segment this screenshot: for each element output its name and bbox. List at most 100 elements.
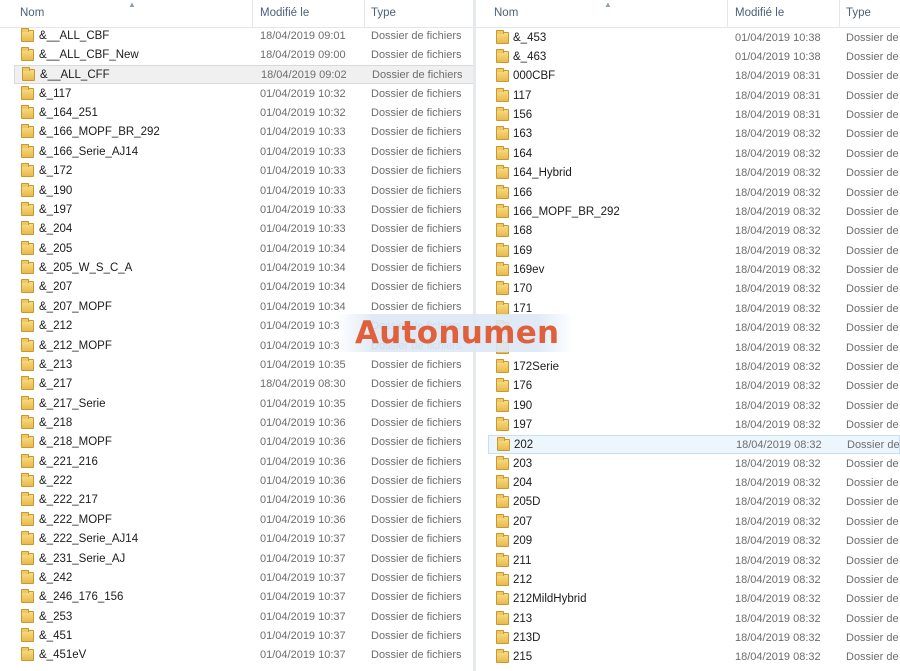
file-name: 163 bbox=[513, 128, 533, 141]
list-item[interactable]: &_463 01/04/2019 10:38 Dossier de bbox=[488, 48, 900, 67]
list-item[interactable]: &_453 01/04/2019 10:38 Dossier de bbox=[488, 29, 900, 48]
list-item[interactable]: &_218_MOPF 01/04/2019 10:36 Dossier de fic… bbox=[14, 433, 474, 452]
column-resize-handle[interactable] bbox=[727, 0, 728, 27]
list-item[interactable]: 213D 18/04/2019 08:32 Dossier de bbox=[488, 629, 900, 648]
list-item[interactable]: &_205 01/04/2019 10:34 Dossier de fichiers bbox=[14, 240, 474, 259]
list-item[interactable]: &_217_Serie 01/04/2019 10:35 Dossier de fi… bbox=[14, 395, 474, 414]
list-item[interactable]: &_204 01/04/2019 10:33 Dossier de fichiers bbox=[14, 220, 474, 239]
list-item[interactable]: &_246_176_156 01/04/2019 10:37 Dossier de … bbox=[14, 588, 474, 607]
list-item[interactable]: 166_MOPF_BR_292 18/04/2019 08:32 Dossier d… bbox=[488, 203, 900, 222]
list-item[interactable]: 169 18/04/2019 08:32 Dossier de bbox=[488, 242, 900, 261]
column-header-type[interactable]: Type bbox=[846, 0, 871, 27]
list-item[interactable]: 166 18/04/2019 08:32 Dossier de bbox=[488, 184, 900, 203]
list-item[interactable]: &_222_MOPF 01/04/2019 10:36 Dossier de fic… bbox=[14, 511, 474, 530]
list-item[interactable]: &_242 01/04/2019 10:37 Dossier de fichiers bbox=[14, 569, 474, 588]
list-item[interactable]: &_197 01/04/2019 10:33 Dossier de fichiers bbox=[14, 201, 474, 220]
file-type: Dossier de fichiers bbox=[371, 649, 462, 662]
file-type: Dossier de fichiers bbox=[371, 126, 462, 139]
folder-icon bbox=[496, 107, 509, 122]
column-header-type[interactable]: Type bbox=[371, 0, 396, 27]
list-item[interactable]: 163 18/04/2019 08:32 Dossier de bbox=[488, 125, 900, 144]
list-item[interactable]: 202 18/04/2019 08:32 Dossier de bbox=[488, 435, 900, 455]
list-item[interactable]: &_222_Serie_AJ14 01/04/2019 10:37 Dossier … bbox=[14, 530, 474, 549]
list-item[interactable]: 207 18/04/2019 08:32 Dossier de bbox=[488, 513, 900, 532]
column-header-modified[interactable]: Modifié le bbox=[260, 0, 309, 27]
list-item[interactable]: &_222 01/04/2019 10:36 Dossier de fichiers bbox=[14, 472, 474, 491]
file-type: Dossier de fichiers bbox=[371, 281, 462, 294]
file-type: Dossier de fichiers bbox=[371, 417, 462, 429]
folder-icon bbox=[21, 511, 34, 526]
list-item[interactable]: 204 18/04/2019 08:32 Dossier de bbox=[488, 474, 900, 493]
list-item[interactable]: &_190 01/04/2019 10:33 Dossier de fichiers bbox=[14, 182, 474, 201]
list-item[interactable]: &_166_Serie_AJ14 01/04/2019 10:33 Dossier … bbox=[14, 143, 474, 162]
file-name: &_164_251 bbox=[39, 107, 98, 120]
column-resize-handle[interactable] bbox=[839, 0, 840, 27]
list-item[interactable]: 190 18/04/2019 08:32 Dossier de bbox=[488, 397, 900, 416]
list-item[interactable]: 156 18/04/2019 08:31 Dossier de bbox=[488, 106, 900, 125]
list-item[interactable]: &_172 01/04/2019 10:33 Dossier de fichiers bbox=[14, 162, 474, 181]
column-header-name[interactable]: Nom bbox=[20, 0, 44, 27]
list-item[interactable]: &_213 01/04/2019 10:35 Dossier de fichiers bbox=[14, 356, 474, 375]
list-item[interactable]: 215 18/04/2019 08:32 Dossier de bbox=[488, 648, 900, 667]
folder-icon bbox=[496, 513, 509, 528]
file-type: Dossier de fichiers bbox=[371, 552, 462, 565]
list-item[interactable]: 172Serie 18/04/2019 08:32 Dossier de bbox=[488, 358, 900, 377]
list-item[interactable]: &_166_MOPF_BR_292 01/04/2019 10:33 Dossier… bbox=[14, 123, 474, 142]
list-item[interactable]: &_218 01/04/2019 10:36 Dossier de fichiers bbox=[14, 414, 474, 433]
list-item[interactable]: &_117 01/04/2019 10:32 Dossier de fichiers bbox=[14, 85, 474, 104]
list-item[interactable]: 164 18/04/2019 08:32 Dossier de bbox=[488, 145, 900, 164]
file-name: 213 bbox=[513, 612, 533, 625]
watermark-text: Autonumen bbox=[355, 315, 560, 351]
column-resize-handle[interactable] bbox=[252, 0, 253, 27]
list-item[interactable]: &_221_216 01/04/2019 10:36 Dossier de fich… bbox=[14, 453, 474, 472]
list-item[interactable]: 212MildHybrid 18/04/2019 08:32 Dossier de bbox=[488, 590, 900, 609]
list-item[interactable]: 212 18/04/2019 08:32 Dossier de bbox=[488, 571, 900, 590]
file-name: &_207_MOPF bbox=[39, 300, 112, 313]
list-item[interactable]: &__ALL_CFF 18/04/2019 09:02 Dossier de fic… bbox=[14, 65, 474, 85]
list-item[interactable]: 164_Hybrid 18/04/2019 08:32 Dossier de bbox=[488, 164, 900, 183]
list-item[interactable]: &_205_W_S_C_A 01/04/2019 10:34 Dossier de … bbox=[14, 259, 474, 278]
file-modified-date: 01/04/2019 10:32 bbox=[260, 107, 346, 120]
column-header-name[interactable]: Nom bbox=[494, 0, 518, 27]
file-modified-date: 18/04/2019 08:32 bbox=[735, 632, 821, 645]
file-name: &_117 bbox=[39, 87, 72, 100]
file-modified-date: 18/04/2019 08:32 bbox=[735, 496, 821, 509]
file-type: Dossier de fichiers bbox=[371, 29, 462, 42]
list-item[interactable]: 168 18/04/2019 08:32 Dossier de bbox=[488, 222, 900, 241]
file-type: Dossier de bbox=[846, 167, 899, 180]
list-item[interactable]: 197 18/04/2019 08:32 Dossier de bbox=[488, 416, 900, 435]
list-item[interactable]: &_231_Serie_AJ 01/04/2019 10:37 Dossier de… bbox=[14, 550, 474, 569]
list-item[interactable]: 000CBF 18/04/2019 08:31 Dossier de bbox=[488, 67, 900, 86]
list-item[interactable]: 176 18/04/2019 08:32 Dossier de bbox=[488, 377, 900, 396]
list-item[interactable]: 203 18/04/2019 08:32 Dossier de bbox=[488, 455, 900, 474]
list-item[interactable]: &_451 01/04/2019 10:37 Dossier de fichiers bbox=[14, 627, 474, 646]
list-item[interactable]: 209 18/04/2019 08:32 Dossier de bbox=[488, 532, 900, 551]
file-type: Dossier de bbox=[846, 457, 899, 470]
file-type: Dossier de bbox=[846, 31, 899, 44]
file-name: 176 bbox=[513, 380, 533, 393]
list-item[interactable]: 169ev 18/04/2019 08:32 Dossier de bbox=[488, 261, 900, 280]
file-modified-date: 18/04/2019 08:32 bbox=[735, 341, 821, 354]
list-item[interactable]: 117 18/04/2019 08:31 Dossier de bbox=[488, 87, 900, 106]
list-item[interactable]: &__ALL_CBF 18/04/2019 09:01 Dossier de fic… bbox=[14, 27, 474, 46]
file-name: 213D bbox=[513, 632, 541, 645]
file-type: Dossier de bbox=[846, 477, 899, 490]
list-item[interactable]: &__ALL_CBF_New 18/04/2019 09:00 Dossier de… bbox=[14, 46, 474, 65]
column-resize-handle[interactable] bbox=[364, 0, 365, 27]
list-item[interactable]: &_222_217 01/04/2019 10:36 Dossier de fich… bbox=[14, 491, 474, 510]
list-item[interactable]: &_217 18/04/2019 08:30 Dossier de fichiers bbox=[14, 375, 474, 394]
list-item[interactable]: &_207 01/04/2019 10:34 Dossier de fichiers bbox=[14, 278, 474, 297]
list-item[interactable]: 211 18/04/2019 08:32 Dossier de bbox=[488, 552, 900, 571]
list-item[interactable]: &_253 01/04/2019 10:37 Dossier de fichiers bbox=[14, 608, 474, 627]
file-modified-date: 01/04/2019 10:33 bbox=[260, 126, 346, 139]
list-item[interactable]: 213 18/04/2019 08:32 Dossier de bbox=[488, 610, 900, 629]
list-item[interactable]: 205D 18/04/2019 08:32 Dossier de bbox=[488, 493, 900, 512]
column-header-modified[interactable]: Modifié le bbox=[735, 0, 784, 27]
list-item[interactable]: &_451eV 01/04/2019 10:37 Dossier de fichie… bbox=[14, 646, 474, 665]
folder-icon bbox=[21, 608, 34, 623]
folder-icon bbox=[496, 378, 509, 393]
file-type: Dossier de fichiers bbox=[371, 87, 462, 100]
folder-icon bbox=[21, 124, 34, 139]
list-item[interactable]: 170 18/04/2019 08:32 Dossier de bbox=[488, 280, 900, 299]
list-item[interactable]: &_164_251 01/04/2019 10:32 Dossier de fich… bbox=[14, 104, 474, 123]
